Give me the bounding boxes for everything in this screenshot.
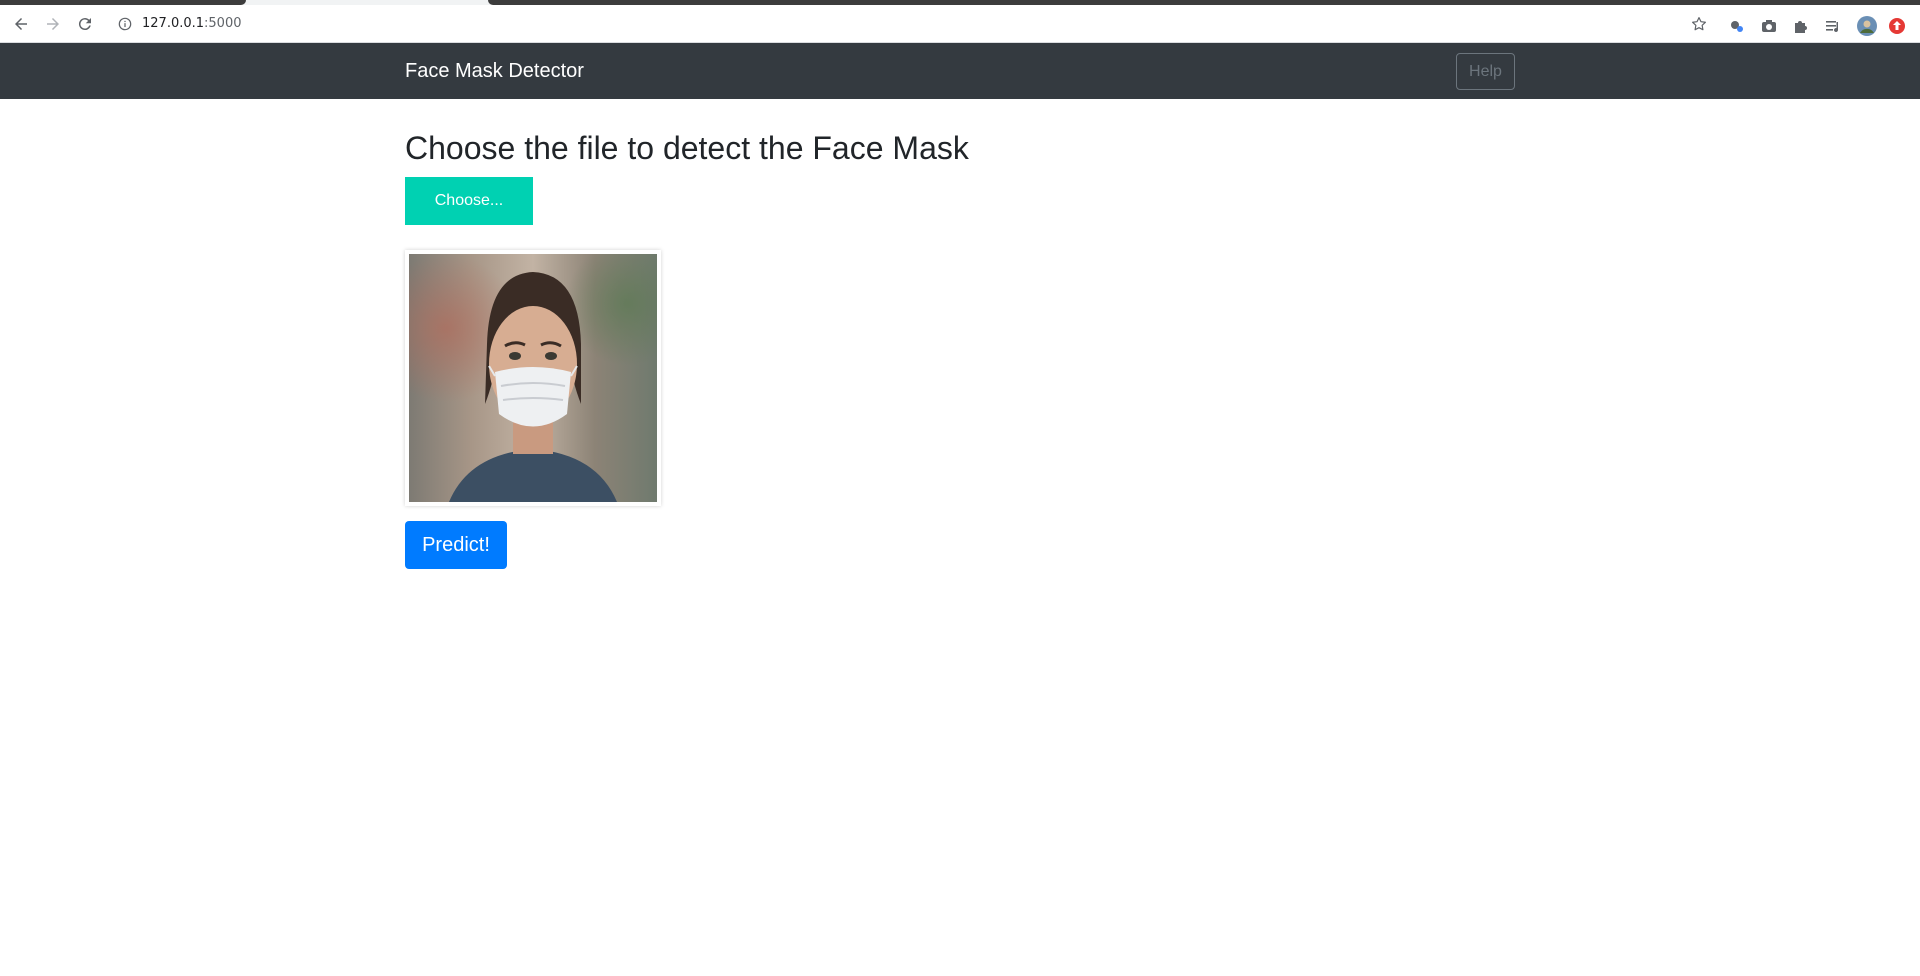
url-port: :5000 xyxy=(204,16,242,31)
red-extension-button[interactable] xyxy=(1888,17,1906,35)
camera-icon xyxy=(1762,20,1776,32)
page-title: Choose the file to detect the Face Mask xyxy=(405,130,969,166)
forward-icon xyxy=(47,18,59,30)
back-button[interactable] xyxy=(9,12,33,36)
site-navbar: Face Mask Detector Help xyxy=(0,43,1920,99)
profile-avatar xyxy=(1857,16,1877,36)
reading-list-button[interactable] xyxy=(1824,17,1842,35)
back-icon xyxy=(15,18,27,30)
preview-photo xyxy=(409,254,657,502)
extension-icon xyxy=(1731,21,1743,32)
help-button[interactable]: Help xyxy=(1456,53,1515,90)
screenshot-button[interactable] xyxy=(1760,17,1778,35)
reload-button[interactable] xyxy=(73,12,97,36)
address-bar[interactable]: 127.0.0.1:5000 xyxy=(108,10,1716,38)
info-icon[interactable] xyxy=(118,17,132,31)
puzzle-icon xyxy=(1795,21,1807,33)
reload-icon xyxy=(78,18,91,31)
address-url: 127.0.0.1:5000 xyxy=(142,16,242,31)
predict-button[interactable]: Predict! xyxy=(405,521,507,569)
extensions-menu-button[interactable] xyxy=(1792,17,1810,35)
image-preview xyxy=(405,250,661,506)
browser-toolbar: 127.0.0.1:5000 xyxy=(0,5,1920,43)
url-host: 127.0.0.1 xyxy=(142,16,205,31)
reading-list-icon xyxy=(1826,21,1839,33)
bookmark-star-icon[interactable] xyxy=(1690,15,1708,33)
forward-button[interactable] xyxy=(41,12,65,36)
profile-button[interactable] xyxy=(1856,15,1878,37)
extension-red-icon xyxy=(1889,18,1905,34)
extension-button[interactable] xyxy=(1728,17,1746,35)
choose-file-button[interactable]: Choose... xyxy=(405,177,533,225)
navbar-brand[interactable]: Face Mask Detector xyxy=(405,60,584,83)
